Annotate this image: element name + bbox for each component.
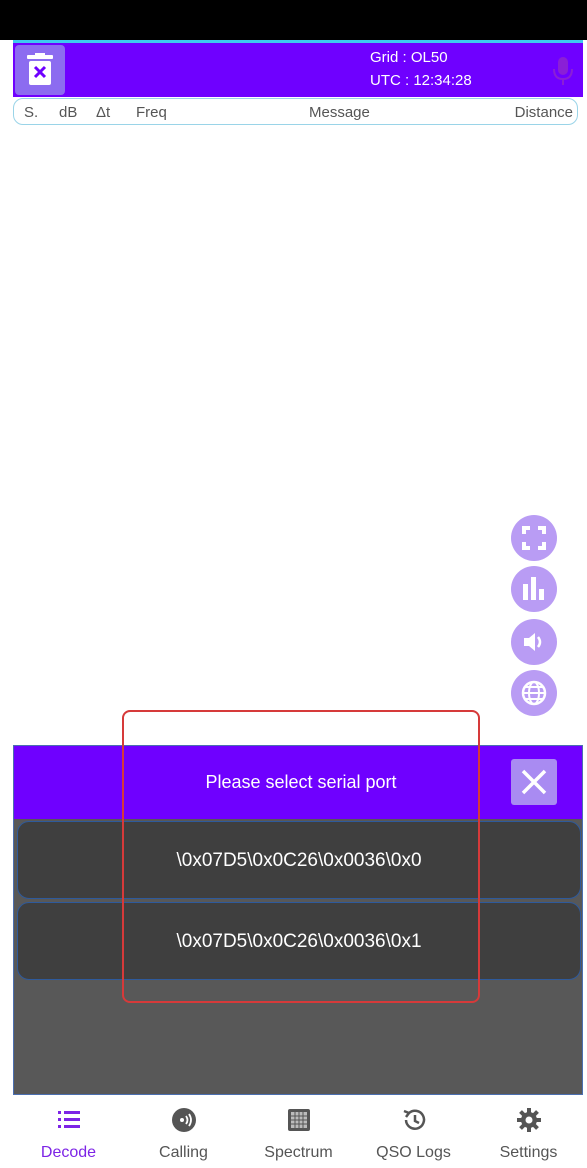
broadcast-icon <box>172 1108 196 1132</box>
gear-icon <box>517 1108 541 1132</box>
globe-icon <box>521 680 547 706</box>
column-s: S. <box>24 104 39 121</box>
column-message: Message <box>309 104 370 121</box>
utc-label: UTC : 12:34:28 <box>370 72 472 89</box>
nav-settings[interactable]: Settings <box>470 1095 587 1168</box>
highlight-box <box>122 710 480 1003</box>
column-distance: Distance <box>514 104 573 121</box>
status-bar <box>0 0 587 40</box>
close-button[interactable] <box>511 759 557 805</box>
fullscreen-button[interactable] <box>511 515 557 561</box>
fullscreen-icon <box>522 526 546 550</box>
history-icon <box>403 1109 426 1130</box>
trash-icon <box>27 53 53 85</box>
grid-label: Grid : OL50 <box>370 49 448 66</box>
nav-qso-logs[interactable]: QSO Logs <box>355 1095 472 1168</box>
nav-decode[interactable]: Decode <box>10 1095 127 1168</box>
nav-label: Decode <box>40 1144 97 1161</box>
column-freq: Freq <box>136 104 167 121</box>
nav-label: QSO Logs <box>376 1144 451 1161</box>
nav-label: Calling <box>159 1144 208 1161</box>
nav-calling[interactable]: Calling <box>125 1095 242 1168</box>
column-db: dB <box>59 104 78 121</box>
column-header: S. dB Δt Freq Message Distance <box>13 98 578 125</box>
mic-icon[interactable] <box>551 55 575 87</box>
bar-chart-icon <box>523 577 544 600</box>
map-button[interactable] <box>511 670 557 716</box>
top-bar: Grid : OL50 UTC : 12:34:28 <box>13 40 583 97</box>
clear-button[interactable] <box>15 45 65 95</box>
waterfall-icon <box>288 1109 310 1131</box>
spectrum-toggle-button[interactable] <box>511 566 557 612</box>
audio-button[interactable] <box>511 619 557 665</box>
bottom-nav: Decode Calling Spectrum QSO Logs Setting… <box>0 1095 587 1168</box>
close-icon <box>521 769 547 795</box>
nav-label: Settings <box>499 1144 558 1161</box>
nav-spectrum[interactable]: Spectrum <box>240 1095 357 1168</box>
list-icon <box>58 1111 80 1128</box>
nav-label: Spectrum <box>264 1144 333 1161</box>
speaker-icon <box>524 633 542 651</box>
column-dt: Δt <box>96 104 111 121</box>
